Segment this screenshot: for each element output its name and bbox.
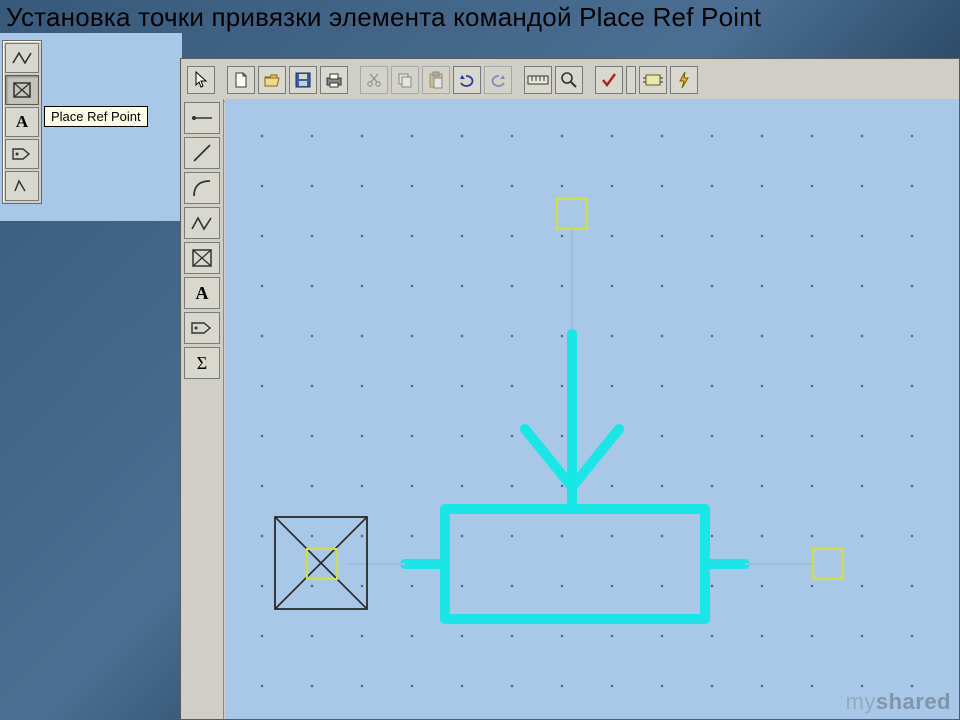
schematic-drawing bbox=[225, 99, 959, 719]
watermark-plain: my bbox=[846, 689, 876, 714]
bolt-icon[interactable] bbox=[670, 66, 698, 94]
new-icon[interactable] bbox=[227, 66, 255, 94]
pointer-icon[interactable] bbox=[187, 66, 215, 94]
mini-toolbar: A bbox=[2, 40, 42, 204]
zoom-icon[interactable] bbox=[555, 66, 583, 94]
cut-icon[interactable] bbox=[360, 66, 388, 94]
watermark-bold: shared bbox=[876, 689, 951, 714]
paste-icon[interactable] bbox=[422, 66, 450, 94]
page-title: Установка точки привязки элемента команд… bbox=[6, 2, 761, 33]
tooltip: Place Ref Point bbox=[44, 106, 148, 127]
top-toolbar bbox=[181, 59, 959, 102]
text-icon[interactable]: A bbox=[5, 107, 39, 137]
arc-icon[interactable] bbox=[184, 172, 220, 204]
text-glyph: A bbox=[196, 283, 209, 304]
text-glyph: A bbox=[16, 112, 28, 132]
polyline-icon[interactable] bbox=[184, 207, 220, 239]
print-icon[interactable] bbox=[320, 66, 348, 94]
line-icon[interactable] bbox=[184, 137, 220, 169]
polyline-icon[interactable] bbox=[5, 43, 39, 73]
misc-icon[interactable] bbox=[5, 171, 39, 201]
open-icon[interactable] bbox=[258, 66, 286, 94]
canvas[interactable]: myshared bbox=[225, 99, 959, 719]
watermark: myshared bbox=[846, 689, 951, 715]
tag-icon[interactable] bbox=[5, 139, 39, 169]
number-label[interactable] bbox=[626, 66, 636, 94]
sigma-glyph: Σ bbox=[197, 353, 207, 374]
redo-icon[interactable] bbox=[484, 66, 512, 94]
sigma-icon[interactable]: Σ bbox=[184, 347, 220, 379]
check-icon[interactable] bbox=[595, 66, 623, 94]
component-icon[interactable] bbox=[639, 66, 667, 94]
ref-point-icon[interactable] bbox=[5, 75, 39, 105]
text-icon[interactable]: A bbox=[184, 277, 220, 309]
wire-icon[interactable] bbox=[184, 102, 220, 134]
save-icon[interactable] bbox=[289, 66, 317, 94]
side-toolbar: A Σ bbox=[181, 99, 224, 719]
editor-window: A Σ bbox=[180, 58, 960, 720]
copy-icon[interactable] bbox=[391, 66, 419, 94]
tag-icon[interactable] bbox=[184, 312, 220, 344]
ruler-icon[interactable] bbox=[524, 66, 552, 94]
ref-point-icon[interactable] bbox=[184, 242, 220, 274]
undo-icon[interactable] bbox=[453, 66, 481, 94]
